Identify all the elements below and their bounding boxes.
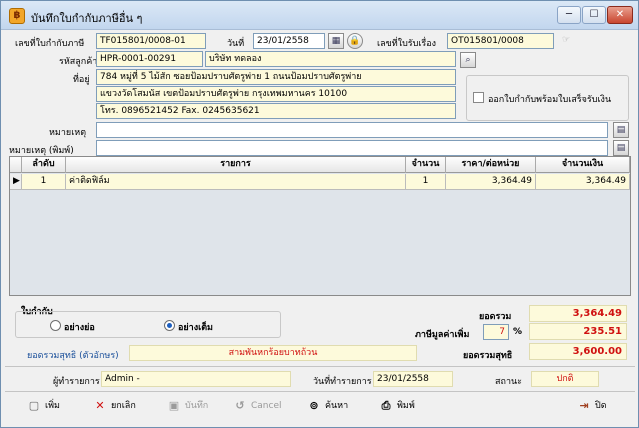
net-label: ยอดรวมสุทธิ <box>463 351 513 361</box>
binoculars-icon: ⊚ <box>309 398 319 412</box>
customer-code-field[interactable]: HPR-0001-00291 <box>96 51 203 67</box>
note-label: หมายเหตุ <box>49 128 87 138</box>
save-button-label: บันทึก <box>185 401 209 411</box>
cancel-button[interactable]: ↺ Cancel <box>233 397 282 415</box>
cell-amount[interactable]: 3,364.49 <box>536 174 630 190</box>
created-date-label: วันที่ทำรายการ <box>313 377 372 387</box>
col-header-amount[interactable]: จำนวนเงิน <box>536 157 630 173</box>
customer-search-icon[interactable]: ⌕ <box>460 52 476 68</box>
note-print-label: หมายเหตุ (พิมพ์) <box>9 146 74 156</box>
app-icon: ฿ <box>9 8 25 24</box>
address-line-1[interactable]: 784 หมู่ที่ 5 ไม้สัก ซอยป้อมปราบศัตรูพ่า… <box>96 69 456 85</box>
receipt-checkbox[interactable] <box>473 92 484 103</box>
divider <box>5 391 635 392</box>
vat-value: 235.51 <box>529 323 627 340</box>
receipt-option-group: ออกใบกำกับพร้อมใบเสร็จรับเงิน <box>466 75 629 121</box>
cancel-document-label: ยกเลิก <box>111 401 136 411</box>
total-label: ยอดรวม <box>479 312 512 322</box>
date-label: วันที่ <box>227 39 245 49</box>
status-label: สถานะ <box>495 377 522 387</box>
note-print-field[interactable] <box>96 140 608 156</box>
note-edit-icon[interactable]: ▤ <box>613 122 629 138</box>
title-bar[interactable]: ฿ บันทึกใบกำกับภาษีอื่น ๆ ─ ☐ ✕ <box>1 1 638 30</box>
col-header-item[interactable]: รายการ <box>66 157 406 173</box>
search-button-label: ค้นหา <box>325 401 349 411</box>
net-value: 3,600.00 <box>529 343 627 360</box>
invoice-window: ฿ บันทึกใบกำกับภาษีอื่น ๆ ─ ☐ ✕ เลขที่ใบ… <box>0 0 639 428</box>
receipt-checkbox-label: ออกใบกำกับพร้อมใบเสร็จรับเงิน <box>488 95 612 105</box>
close-button[interactable]: ⇥ ปิด <box>577 397 607 415</box>
cancel-button-label: Cancel <box>251 401 282 411</box>
address-label: ที่อยู่ <box>73 75 90 85</box>
radio-full-invoice[interactable] <box>164 320 175 331</box>
customer-code-label: รหัสลูกค้า <box>59 57 98 67</box>
col-header-qty[interactable]: จำนวน <box>406 157 446 173</box>
vat-percent-sign: % <box>513 327 523 337</box>
col-header-price[interactable]: ราคา/ต่อหน่วย <box>446 157 536 173</box>
cell-price[interactable]: 3,364.49 <box>446 174 536 190</box>
maximize-button[interactable]: ☐ <box>582 6 606 24</box>
printer-icon: ⎙ <box>381 398 391 412</box>
cell-no[interactable]: 1 <box>22 174 66 190</box>
invoice-no-label: เลขที่ใบกำกับภาษี <box>15 39 85 49</box>
receipt-no-label: เลขที่ใบรับเรื่อง <box>377 39 437 49</box>
receipt-no-field[interactable]: OT015801/0008 <box>447 33 554 49</box>
save-button[interactable]: ▣ บันทึก <box>167 397 208 415</box>
net-text-label: ยอดรวมสุทธิ (ตัวอักษร) <box>27 351 119 361</box>
status-badge: ปกติ <box>531 371 599 387</box>
total-value: 3,364.49 <box>529 305 627 322</box>
note-field[interactable] <box>96 122 608 138</box>
x-icon: ✕ <box>95 398 105 412</box>
window-title: บันทึกใบกำกับภาษีอื่น ๆ <box>31 12 143 25</box>
net-text-field: สามพันหกร้อยบาทถ้วน <box>129 345 417 361</box>
divider <box>5 366 635 367</box>
customer-name-field[interactable]: บริษัท ทดลอง <box>205 51 456 67</box>
exit-door-icon: ⇥ <box>579 398 589 412</box>
print-button-label: พิมพ์ <box>397 401 415 411</box>
creator-field: Admin - <box>101 371 291 387</box>
cancel-document-button[interactable]: ✕ ยกเลิก <box>93 397 136 415</box>
row-indicator-icon: ▶ <box>10 174 22 190</box>
radio-full-label: อย่างเต็ม <box>178 323 213 333</box>
close-window-button[interactable]: ✕ <box>607 6 633 24</box>
vat-rate-field[interactable]: 7 <box>483 324 509 340</box>
invoice-type-group: อย่างย่อ อย่างเต็ม <box>15 311 281 338</box>
address-line-2[interactable]: แขวงวัดโสมนัส เขตป้อมปราบศัตรูพ่าย กรุงเ… <box>96 86 456 102</box>
add-button[interactable]: ▢ เพิ่ม <box>27 397 60 415</box>
add-button-label: เพิ่ม <box>45 401 60 411</box>
new-document-icon: ▢ <box>28 398 40 412</box>
address-line-3[interactable]: โทร. 0896521452 Fax. 0245635621 <box>96 103 456 119</box>
items-grid[interactable]: ลำดับ รายการ จำนวน ราคา/ต่อหน่วย จำนวนเง… <box>9 156 631 296</box>
note-print-edit-icon[interactable]: ▤ <box>613 140 629 156</box>
table-row[interactable]: ▶ 1 ค่าติดฟิล์ม 1 3,364.49 3,364.49 <box>10 174 630 190</box>
invoice-no-field[interactable]: TF015801/0008-01 <box>96 33 206 49</box>
floppy-disk-icon: ▣ <box>168 398 180 412</box>
grid-corner <box>10 157 22 173</box>
created-date-field: 23/01/2558 <box>373 371 453 387</box>
undo-icon: ↺ <box>235 398 245 412</box>
grid-header: ลำดับ รายการ จำนวน ราคา/ต่อหน่วย จำนวนเง… <box>10 157 630 173</box>
date-field[interactable]: 23/01/2558 <box>253 33 325 49</box>
receipt-lookup-icon[interactable]: ☞ <box>558 33 574 49</box>
search-button[interactable]: ⊚ ค้นหา <box>307 397 348 415</box>
minimize-button[interactable]: ─ <box>557 6 581 24</box>
radio-short-invoice[interactable] <box>50 320 61 331</box>
print-button[interactable]: ⎙ พิมพ์ <box>379 397 415 415</box>
calendar-icon[interactable]: ▦ <box>328 33 344 49</box>
cell-item[interactable]: ค่าติดฟิล์ม <box>66 174 406 190</box>
lock-icon[interactable]: 🔒 <box>347 33 363 49</box>
close-button-label: ปิด <box>595 401 607 411</box>
creator-label: ผู้ทำรายการ <box>53 377 100 387</box>
cell-qty[interactable]: 1 <box>406 174 446 190</box>
col-header-no[interactable]: ลำดับ <box>22 157 66 173</box>
radio-short-label: อย่างย่อ <box>64 323 95 333</box>
vat-label: ภาษีมูลค่าเพิ่ม <box>415 330 470 340</box>
